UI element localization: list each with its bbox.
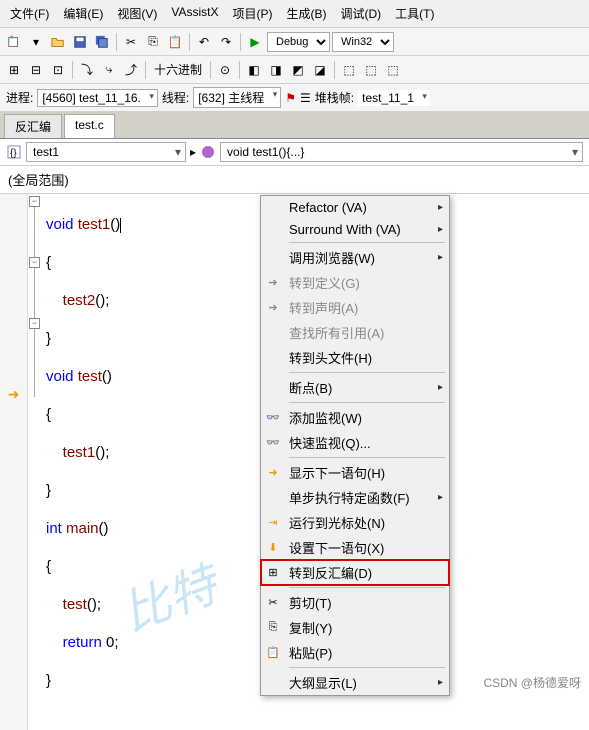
cut-icon: ✂ — [265, 595, 281, 611]
tb-icon-7[interactable]: ◩ — [288, 60, 308, 80]
process-label: 进程: — [6, 89, 33, 106]
footer-attribution: CSDN @杨德爱呀 — [483, 674, 581, 691]
cm-goto-header[interactable]: 转到头文件(H) — [261, 345, 449, 370]
cm-paste[interactable]: 📋粘贴(P) — [261, 640, 449, 665]
context-menu: Refactor (VA)▸ Surround With (VA)▸ 调用浏览器… — [260, 195, 450, 696]
process-dropdown[interactable]: [4560] test_11_16. — [37, 89, 158, 107]
show-next-icon: ➜ — [265, 465, 281, 481]
goto-def-icon: ➔ — [265, 275, 281, 291]
cm-goto-definition[interactable]: ➔转到定义(G) — [261, 270, 449, 295]
menu-view[interactable]: 视图(V) — [111, 2, 163, 25]
cm-step-into-specific[interactable]: 单步执行特定函数(F)▸ — [261, 485, 449, 510]
menu-vassistx[interactable]: VAssistX — [165, 2, 224, 25]
scope-bar: (全局范围) — [0, 166, 589, 194]
cm-surround[interactable]: Surround With (VA)▸ — [261, 218, 449, 240]
tb-icon-4[interactable]: ⊙ — [215, 60, 235, 80]
redo-button[interactable]: ↷ — [216, 32, 236, 52]
cm-goto-declaration[interactable]: ➔转到声明(A) — [261, 295, 449, 320]
thread-bar: 进程: [4560] test_11_16. 线程: [632] 主线程 ⚑ ☰… — [0, 84, 589, 112]
tab-source-file[interactable]: test.c — [64, 114, 115, 138]
toolbar-debug: ⊞ ⊟ ⊡ ⤵ ⤷ ⤴ 十六进制 ⊙ ◧ ◨ ◩ ◪ ⬚ ⬚ ⬚ — [0, 56, 589, 84]
cm-run-to-cursor[interactable]: ⇥运行到光标处(N) — [261, 510, 449, 535]
tb-icon-6[interactable]: ◨ — [266, 60, 286, 80]
paste-button[interactable]: 📋 — [165, 32, 185, 52]
tb-icon-11[interactable]: ⬚ — [383, 60, 403, 80]
cm-quickwatch[interactable]: 👓快速监视(Q)... — [261, 430, 449, 455]
watch-icon: 👓 — [265, 410, 281, 426]
flag-icon[interactable]: ⚑ — [285, 91, 296, 105]
menu-edit[interactable]: 编辑(E) — [57, 2, 109, 25]
quickwatch-icon: 👓 — [265, 435, 281, 451]
toolbar-main: ▾ ✂ ⎘ 📋 ↶ ↷ ▶ Debug Win32 — [0, 28, 589, 56]
disasm-icon: ⊞ — [265, 565, 281, 581]
cm-refactor[interactable]: Refactor (VA)▸ — [261, 196, 449, 218]
cm-find-references[interactable]: 查找所有引用(A) — [261, 320, 449, 345]
tab-bar: 反汇编 test.c — [0, 112, 589, 139]
function-dropdown[interactable]: void test1(){...} — [220, 142, 583, 162]
svg-text:{}: {} — [10, 148, 17, 159]
thread-label: 线程: — [162, 89, 189, 106]
copy-icon: ⎘ — [265, 620, 281, 636]
fold-toggle[interactable]: − — [29, 196, 40, 207]
undo-button[interactable]: ↶ — [194, 32, 214, 52]
new-file-dropdown[interactable]: ▾ — [26, 32, 46, 52]
copy-button[interactable]: ⎘ — [143, 32, 163, 52]
flag-dropdown-icon[interactable]: ☰ — [300, 91, 311, 105]
tb-icon-3[interactable]: ⊡ — [48, 60, 68, 80]
start-debug-button[interactable]: ▶ — [245, 32, 265, 52]
cm-cut[interactable]: ✂剪切(T) — [261, 590, 449, 615]
menu-debug[interactable]: 调试(D) — [334, 2, 387, 25]
tb-icon-2[interactable]: ⊟ — [26, 60, 46, 80]
cut-button[interactable]: ✂ — [121, 32, 141, 52]
platform-dropdown[interactable]: Win32 — [332, 32, 394, 52]
new-project-button[interactable] — [4, 32, 24, 52]
run-cursor-icon: ⇥ — [265, 515, 281, 531]
tab-disassembly[interactable]: 反汇编 — [4, 114, 62, 138]
nav-bar: {} test1 ▸ void test1(){...} — [0, 139, 589, 166]
editor-margin[interactable]: ➜ — [0, 194, 28, 730]
cm-breakpoint[interactable]: 断点(B)▸ — [261, 375, 449, 400]
save-all-button[interactable] — [92, 32, 112, 52]
paste-icon: 📋 — [265, 645, 281, 661]
cm-set-next[interactable]: ⬇设置下一语句(X) — [261, 535, 449, 560]
step-over-button[interactable]: ⤵ — [77, 60, 97, 80]
cm-add-watch[interactable]: 👓添加监视(W) — [261, 405, 449, 430]
step-out-button[interactable]: ⤴ — [121, 60, 141, 80]
menu-bar: 文件(F) 编辑(E) 视图(V) VAssistX 项目(P) 生成(B) 调… — [0, 0, 589, 28]
goto-decl-icon: ➔ — [265, 300, 281, 316]
outline-column[interactable]: − − − — [28, 194, 42, 730]
current-line-arrow: ➜ — [0, 386, 27, 405]
menu-file[interactable]: 文件(F) — [4, 2, 55, 25]
nav-go-icon[interactable]: ▸ — [190, 145, 196, 159]
scope-icon: {} — [6, 144, 22, 160]
menu-tools[interactable]: 工具(T) — [389, 2, 440, 25]
scope-dropdown[interactable]: test1 — [26, 142, 186, 162]
tb-icon-1[interactable]: ⊞ — [4, 60, 24, 80]
cm-copy[interactable]: ⎘复制(Y) — [261, 615, 449, 640]
menu-build[interactable]: 生成(B) — [280, 2, 332, 25]
menu-project[interactable]: 项目(P) — [226, 2, 278, 25]
tb-icon-5[interactable]: ◧ — [244, 60, 264, 80]
cm-show-next[interactable]: ➜显示下一语句(H) — [261, 460, 449, 485]
fold-toggle[interactable]: − — [29, 318, 40, 329]
open-button[interactable] — [48, 32, 68, 52]
stack-label: 堆栈帧: — [315, 89, 354, 106]
config-dropdown[interactable]: Debug — [267, 32, 330, 52]
hex-label: 十六进制 — [150, 61, 206, 78]
fold-toggle[interactable]: − — [29, 257, 40, 268]
tb-icon-9[interactable]: ⬚ — [339, 60, 359, 80]
save-button[interactable] — [70, 32, 90, 52]
cm-call-browser[interactable]: 调用浏览器(W)▸ — [261, 245, 449, 270]
step-into-button[interactable]: ⤷ — [99, 60, 119, 80]
tb-icon-10[interactable]: ⬚ — [361, 60, 381, 80]
function-icon — [200, 144, 216, 160]
thread-dropdown[interactable]: [632] 主线程 — [193, 87, 281, 108]
cm-outlining[interactable]: 大纲显示(L)▸ — [261, 670, 449, 695]
set-next-icon: ⬇ — [265, 540, 281, 556]
tb-icon-8[interactable]: ◪ — [310, 60, 330, 80]
cm-goto-disassembly[interactable]: ⊞转到反汇编(D) — [261, 560, 449, 585]
stackframe-dropdown[interactable]: test_11_1 — [358, 90, 430, 106]
